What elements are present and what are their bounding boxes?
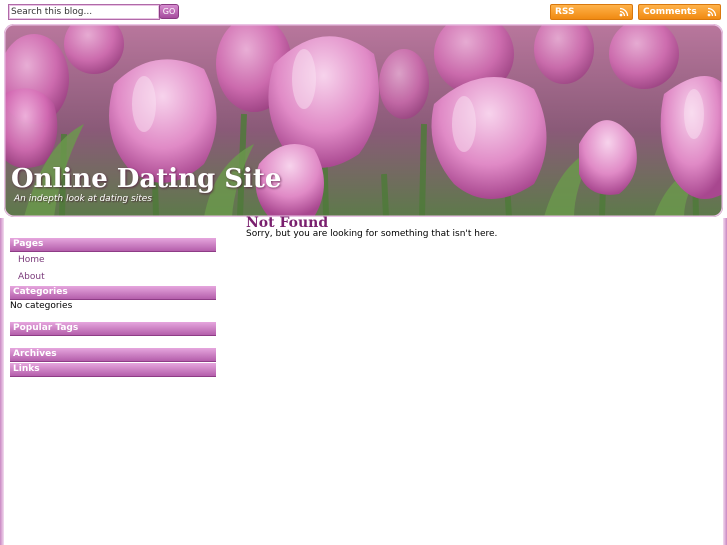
site-tagline: An indepth look at dating sites <box>14 194 152 204</box>
sidebar-heading-pages: Pages <box>10 238 216 252</box>
site-title[interactable]: Online Dating Site <box>11 164 281 194</box>
comments-feed-button[interactable]: Comments <box>638 4 721 20</box>
page-border-right <box>723 218 727 545</box>
rss-label: RSS <box>555 7 575 17</box>
page-border-left <box>0 218 4 545</box>
rss-feed-button[interactable]: RSS <box>550 4 633 20</box>
sidebar-heading-categories: Categories <box>10 286 216 300</box>
no-categories-text: No categories <box>10 301 73 311</box>
not-found-message: Sorry, but you are looking for something… <box>246 229 498 239</box>
rss-icon <box>619 7 629 17</box>
sidebar-item-home[interactable]: Home <box>18 255 45 265</box>
search-input[interactable] <box>8 4 160 20</box>
sidebar-heading-links: Links <box>10 363 216 377</box>
sidebar-item-about[interactable]: About <box>18 272 45 282</box>
sidebar-heading-archives: Archives <box>10 348 216 362</box>
comments-label: Comments <box>643 7 697 17</box>
sidebar-heading-popular-tags: Popular Tags <box>10 322 216 336</box>
rss-icon <box>707 7 717 17</box>
site-header: Online Dating Site An indepth look at da… <box>4 24 723 217</box>
search-go-button[interactable]: GO <box>159 4 179 19</box>
top-bar: GO RSS Comments <box>0 0 727 24</box>
